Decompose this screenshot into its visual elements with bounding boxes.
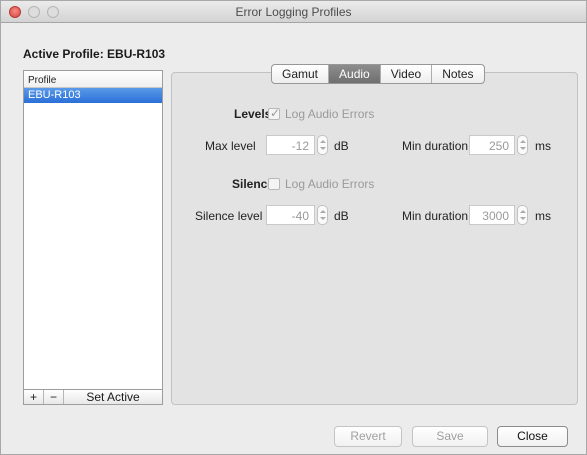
max-level-stepper[interactable] bbox=[317, 135, 328, 155]
title-bar[interactable]: Error Logging Profiles bbox=[1, 1, 586, 23]
tab-panel bbox=[171, 72, 578, 405]
levels-heading: Levels bbox=[234, 107, 272, 121]
levels-min-duration-label: Min duration bbox=[402, 139, 469, 153]
profile-list-header[interactable]: Profile bbox=[24, 71, 162, 88]
profile-list[interactable]: Profile EBU-R103 bbox=[23, 70, 163, 398]
silence-level-unit: dB bbox=[334, 209, 349, 223]
levels-log-checkbox[interactable] bbox=[268, 106, 280, 120]
active-profile-label: Active Profile: EBU-R103 bbox=[23, 47, 166, 61]
silence-level-stepper[interactable] bbox=[317, 205, 328, 225]
tab-audio[interactable]: Audio bbox=[329, 65, 381, 83]
silence-level-field[interactable]: -40 bbox=[266, 205, 315, 225]
remove-profile-button[interactable]: − bbox=[44, 390, 64, 404]
close-button[interactable]: Close bbox=[497, 426, 568, 447]
revert-button[interactable]: Revert bbox=[334, 426, 402, 447]
silence-min-duration-field[interactable]: 3000 bbox=[469, 205, 515, 225]
save-button[interactable]: Save bbox=[412, 426, 488, 447]
silence-level-label: Silence level bbox=[195, 209, 263, 223]
profile-list-buttons: + − Set Active bbox=[23, 389, 163, 405]
window: Error Logging Profiles Active Profile: E… bbox=[0, 0, 587, 455]
profile-list-item[interactable]: EBU-R103 bbox=[24, 88, 162, 103]
silence-log-label: Log Audio Errors bbox=[285, 177, 375, 191]
levels-min-duration-field[interactable]: 250 bbox=[469, 135, 515, 155]
max-level-field[interactable]: -12 bbox=[266, 135, 315, 155]
levels-log-label: Log Audio Errors bbox=[285, 107, 375, 121]
tab-notes[interactable]: Notes bbox=[432, 65, 483, 83]
tab-bar: Gamut Audio Video Notes bbox=[271, 64, 485, 84]
tab-video[interactable]: Video bbox=[381, 65, 433, 83]
levels-min-duration-stepper[interactable] bbox=[517, 135, 528, 155]
silence-min-duration-label: Min duration bbox=[402, 209, 469, 223]
tab-gamut[interactable]: Gamut bbox=[272, 65, 330, 83]
silence-log-checkbox[interactable] bbox=[268, 178, 280, 190]
levels-min-duration-unit: ms bbox=[535, 139, 551, 153]
max-level-unit: dB bbox=[334, 139, 349, 153]
max-level-label: Max level bbox=[205, 139, 256, 153]
add-profile-button[interactable]: + bbox=[24, 390, 44, 404]
silence-min-duration-stepper[interactable] bbox=[517, 205, 528, 225]
window-title: Error Logging Profiles bbox=[235, 5, 352, 19]
silence-min-duration-unit: ms bbox=[535, 209, 551, 223]
set-active-button[interactable]: Set Active bbox=[64, 390, 162, 404]
